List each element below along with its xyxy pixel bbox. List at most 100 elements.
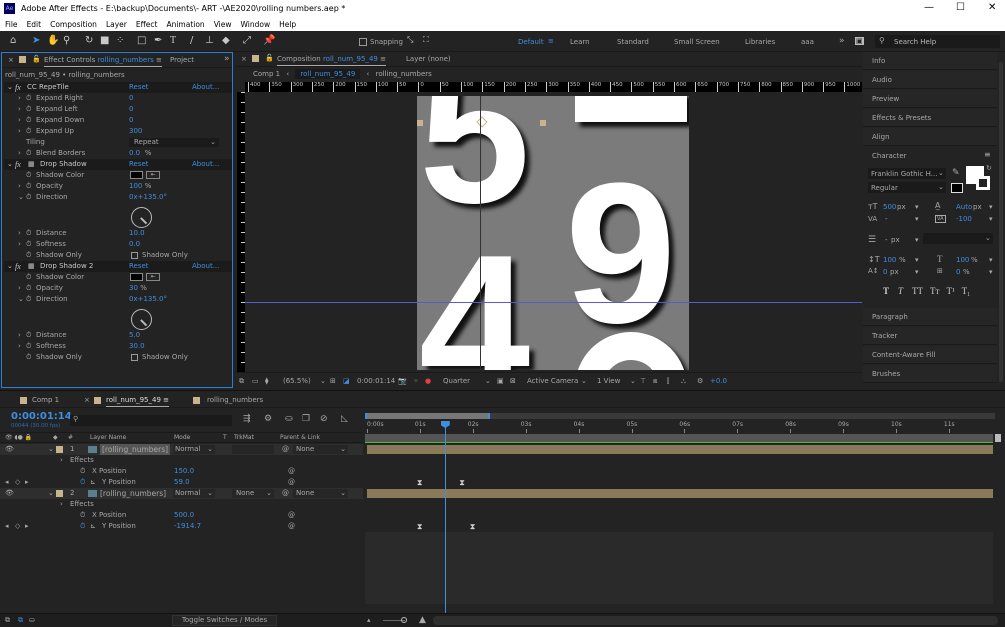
baseline-shift-value[interactable]: 0 bbox=[883, 268, 887, 276]
motion-blur-icon[interactable]: ⊘ bbox=[320, 414, 328, 424]
effect-property-row[interactable]: ⏱ Shadow Color ⇤ bbox=[4, 272, 232, 283]
close-tab-icon[interactable]: × bbox=[8, 56, 14, 64]
property-value[interactable]: 10.0 bbox=[129, 228, 145, 239]
panel-menu-icon[interactable]: ≡ bbox=[156, 56, 162, 64]
property-value[interactable]: 150.0 bbox=[174, 466, 194, 477]
twirl-right-icon[interactable]: › bbox=[18, 148, 21, 159]
direction-dial[interactable] bbox=[131, 207, 152, 228]
close-icon[interactable]: ✕ bbox=[988, 2, 996, 13]
flowchart-icon[interactable]: ⛬ bbox=[681, 373, 686, 389]
horizontal-ruler[interactable]: 400 350 300 250 200 150 100 50 0 50 100 150 200 250 30… bbox=[245, 82, 862, 92]
snap-features-icon[interactable]: ⛶ bbox=[423, 35, 429, 45]
eraser-icon[interactable]: ◆ bbox=[222, 35, 230, 46]
stopwatch-icon[interactable]: ⏱ bbox=[26, 272, 31, 283]
effects-group-row[interactable]: › Effects bbox=[0, 499, 363, 510]
stopwatch-icon[interactable]: ⏱ bbox=[80, 521, 85, 532]
chevron-down-icon[interactable]: ▾ bbox=[989, 203, 993, 211]
work-area-bar[interactable] bbox=[365, 434, 993, 442]
property-value[interactable]: 100 bbox=[129, 181, 142, 192]
property-value[interactable]: 0.0 bbox=[129, 239, 140, 250]
effect-property-row[interactable]: ⏱ Shadow Only Shadow Only bbox=[4, 352, 232, 363]
twirl-down-icon[interactable]: ⌄ bbox=[7, 261, 13, 272]
prev-keyframe-icon[interactable]: ◂ bbox=[5, 477, 9, 488]
chevron-down-icon[interactable]: ▾ bbox=[915, 203, 919, 211]
stopwatch-icon[interactable]: ⏱ bbox=[26, 283, 31, 294]
search-help-input[interactable]: ⚲ Search Help bbox=[875, 35, 1000, 48]
more-panels-icon[interactable]: » bbox=[224, 54, 230, 64]
property-value[interactable]: 0 bbox=[129, 93, 133, 104]
chevron-down-icon[interactable]: ⌄ bbox=[320, 373, 326, 389]
panel-effects-presets[interactable]: Effects & Presets bbox=[863, 109, 997, 127]
minimize-icon[interactable]: — bbox=[924, 2, 934, 13]
current-time-display[interactable]: 0:00:01:14 bbox=[11, 411, 72, 422]
effect-header[interactable]: ⌄ fx Drop Shadow 2 ▦ Reset About... bbox=[4, 261, 232, 272]
effect-property-row[interactable]: Tiling Repeat ⌄ bbox=[4, 137, 232, 148]
zoom-dropdown[interactable]: (65.5%) bbox=[283, 373, 311, 389]
about-button[interactable]: About... bbox=[192, 82, 219, 93]
lock-icon[interactable]: 🔓 bbox=[265, 54, 274, 62]
font-family-dropdown[interactable]: Franklin Gothic H... ⌄ bbox=[868, 168, 946, 179]
chevron-down-icon[interactable]: ⌄ bbox=[581, 373, 587, 389]
layer-search-input[interactable]: ⚲ bbox=[70, 415, 232, 426]
composition-canvas[interactable]: 5 9 4 bbox=[417, 96, 689, 370]
panel-content-aware-fill[interactable]: Content-Aware Fill bbox=[863, 346, 997, 364]
eyedropper-icon[interactable]: ⇤ bbox=[146, 171, 160, 179]
superscript-button[interactable]: T¹ bbox=[946, 286, 954, 296]
prev-keyframe-icon[interactable]: ◂ bbox=[5, 521, 9, 532]
twirl-right-icon[interactable]: › bbox=[60, 499, 63, 510]
twirl-right-icon[interactable]: › bbox=[60, 455, 63, 466]
parent-pickwhip-icon[interactable]: @ bbox=[282, 444, 289, 455]
expression-pickwhip-icon[interactable]: @ bbox=[288, 477, 295, 488]
pen-icon[interactable]: ✒ bbox=[154, 35, 162, 46]
stopwatch-icon[interactable]: ⏱ bbox=[26, 104, 31, 115]
next-keyframe-icon[interactable]: ▸ bbox=[25, 477, 29, 488]
twirl-right-icon[interactable]: › bbox=[18, 239, 21, 250]
about-button[interactable]: About... bbox=[192, 261, 219, 272]
twirl-down-icon[interactable]: ⌄ bbox=[48, 488, 54, 499]
resolution-dropdown[interactable]: Quarter bbox=[443, 373, 470, 389]
stopwatch-icon[interactable]: ⏱ bbox=[26, 352, 31, 363]
expression-pickwhip-icon[interactable]: @ bbox=[288, 521, 295, 532]
timeline-scrollbar[interactable] bbox=[433, 616, 998, 625]
zoom-in-icon[interactable]: ▲ bbox=[419, 615, 426, 625]
menu-edit[interactable]: Edit bbox=[22, 18, 46, 29]
shadow-color-swatch[interactable] bbox=[130, 273, 143, 281]
tiling-dropdown[interactable]: Repeat ⌄ bbox=[129, 138, 219, 147]
maximize-icon[interactable]: ☐ bbox=[956, 2, 965, 13]
camera-dropdown[interactable]: Active Camera bbox=[527, 373, 578, 389]
panel-brushes[interactable]: Brushes bbox=[863, 365, 997, 383]
panel-menu-icon[interactable]: ≡ bbox=[984, 150, 991, 159]
grid-icon[interactable]: ⊞ bbox=[330, 373, 336, 389]
twirl-down-icon[interactable]: ⌄ bbox=[7, 159, 13, 170]
effect-property-row[interactable]: › ⏱ Softness 30.0 bbox=[4, 341, 232, 352]
chevron-down-icon[interactable]: ▾ bbox=[989, 215, 993, 223]
menu-effect[interactable]: Effect bbox=[131, 18, 162, 29]
chevron-down-icon[interactable]: ▾ bbox=[989, 256, 993, 264]
tab-layer-name[interactable]: rolling_numbers bbox=[98, 56, 154, 64]
shadow-color-swatch[interactable] bbox=[130, 171, 143, 179]
brush-icon[interactable]: / bbox=[190, 35, 193, 46]
property-value[interactable]: 0x+135.0° bbox=[129, 192, 167, 203]
expression-pickwhip-icon[interactable]: @ bbox=[288, 510, 295, 521]
menu-window[interactable]: Window bbox=[236, 18, 275, 29]
about-button[interactable]: About... bbox=[192, 159, 219, 170]
tab-effect-controls[interactable]: Effect Controls rolling_numbers ≡ bbox=[44, 56, 162, 67]
layer-row[interactable]: 👁 ⌄ 1 [rolling_numbers] Normal ⌄ @ None ⌄ bbox=[0, 444, 363, 455]
column-layer-name[interactable]: Layer Name bbox=[90, 433, 126, 443]
workspace-aaa[interactable]: aaa bbox=[801, 38, 814, 46]
track-matte-dropdown[interactable] bbox=[232, 445, 274, 454]
reset-button[interactable]: Reset bbox=[129, 261, 149, 272]
tab-rolling-numbers[interactable]: rolling_numbers bbox=[207, 396, 263, 404]
stopwatch-icon[interactable]: ⏱ bbox=[26, 148, 31, 159]
layer-duration-bar[interactable] bbox=[367, 489, 993, 498]
property-value[interactable]: 0 bbox=[129, 104, 133, 115]
direction-dial[interactable] bbox=[131, 309, 152, 330]
graph-icon[interactable]: ⊾ bbox=[90, 521, 96, 532]
guide-horizontal[interactable] bbox=[245, 302, 862, 303]
zoom-slider-thumb[interactable] bbox=[401, 617, 407, 623]
effect-property-row[interactable]: › ⏱ Distance 5.0 bbox=[4, 330, 232, 341]
fx-icon[interactable]: fx bbox=[15, 159, 21, 170]
snap-edges-icon[interactable]: ⤡ bbox=[407, 35, 413, 45]
stroke-swatch[interactable] bbox=[976, 176, 990, 190]
twirl-down-icon[interactable]: ⌄ bbox=[18, 294, 24, 305]
